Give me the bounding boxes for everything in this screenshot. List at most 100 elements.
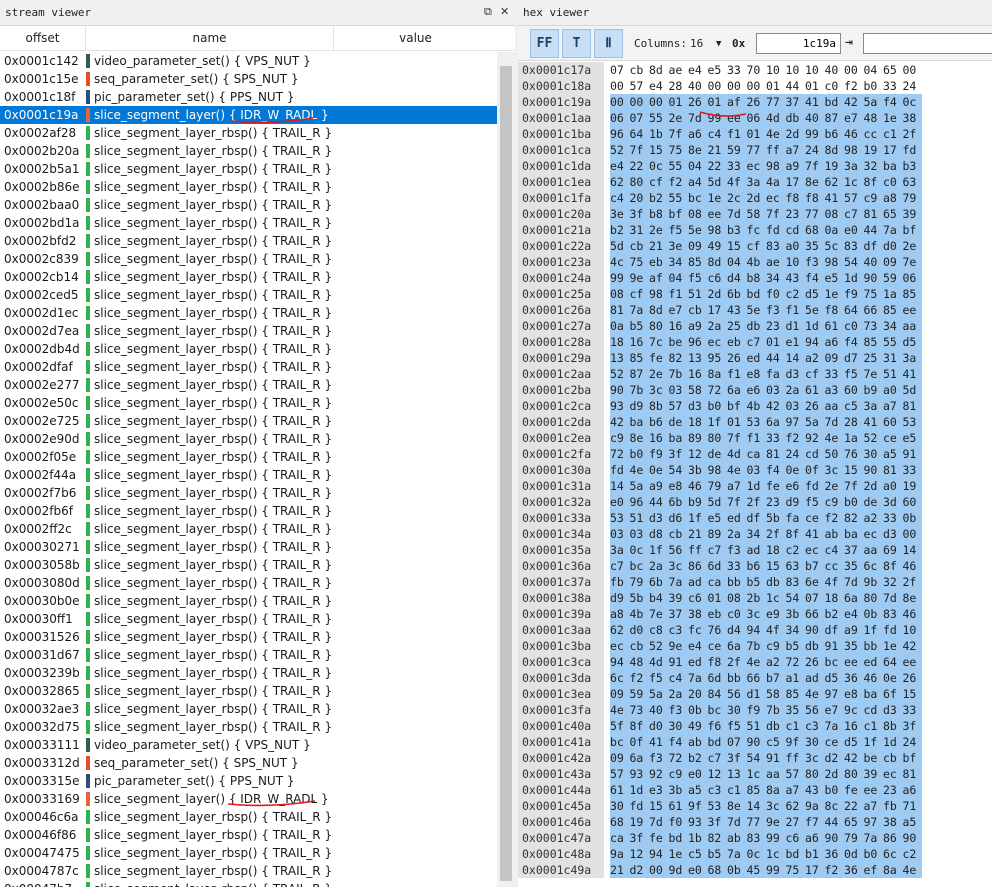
hex-byte[interactable]: 12 xyxy=(629,846,649,862)
hex-byte[interactable]: 8b xyxy=(649,398,669,414)
hex-byte[interactable]: 03 xyxy=(746,462,766,478)
hex-byte[interactable]: 52 xyxy=(863,430,883,446)
hex-byte[interactable]: f2 xyxy=(844,78,864,94)
hex-byte[interactable]: 1a xyxy=(844,430,864,446)
hex-byte[interactable]: af xyxy=(727,94,747,110)
hex-byte[interactable]: 18 xyxy=(824,590,844,606)
nal-unit-row[interactable]: 0x00033111 video_parameter_set() { VPS_NU… xyxy=(0,736,497,754)
hex-byte[interactable]: 3c xyxy=(668,558,688,574)
hex-byte[interactable]: 9f xyxy=(688,798,708,814)
hex-byte[interactable]: 81 xyxy=(902,398,922,414)
hex-byte[interactable]: 33 xyxy=(727,558,747,574)
hex-row[interactable]: 0x0001c24a 99 9e af 04 f5 c6 d4 b8 34 43 f4 e5 1d 90 59… xyxy=(518,270,992,286)
hex-row[interactable]: 0x0001c32a e0 96 44 6b b9 5d 7f 2f 23 d9 f5 c9 b0 de 3d… xyxy=(518,494,992,510)
hex-byte[interactable]: f3 xyxy=(727,542,747,558)
nal-unit-row[interactable]: 0x0002e725 slice_segment_layer_rbsp() { T… xyxy=(0,412,497,430)
hex-byte[interactable]: f4 xyxy=(805,270,825,286)
hex-byte[interactable]: 23 xyxy=(883,782,903,798)
hex-byte[interactable]: 85 xyxy=(629,350,649,366)
hex-byte[interactable]: 53 xyxy=(902,414,922,430)
hex-byte[interactable]: 38 xyxy=(688,606,708,622)
hex-byte[interactable]: a2 xyxy=(766,654,786,670)
hex-byte[interactable]: 65 xyxy=(844,814,864,830)
hex-byte[interactable]: fd xyxy=(610,462,630,478)
hex-byte[interactable]: 15 xyxy=(766,558,786,574)
hex-byte[interactable]: 01 xyxy=(668,94,688,110)
hex-byte[interactable]: 6c xyxy=(610,670,630,686)
hex-byte[interactable]: 6a xyxy=(766,414,786,430)
hex-byte[interactable]: a7 xyxy=(727,478,747,494)
hex-byte[interactable]: 75 xyxy=(629,254,649,270)
hex-byte[interactable]: df xyxy=(824,622,844,638)
hex-byte[interactable]: 06 xyxy=(746,110,766,126)
hex-byte[interactable]: 6a xyxy=(629,750,649,766)
hex-byte[interactable]: 0c xyxy=(629,542,649,558)
hex-byte[interactable]: 82 xyxy=(844,510,864,526)
hex-byte[interactable]: b5 xyxy=(785,638,805,654)
hex-byte[interactable]: 36 xyxy=(844,670,864,686)
hex-byte[interactable]: 85 xyxy=(688,254,708,270)
hex-byte[interactable]: 85 xyxy=(902,286,922,302)
hex-byte[interactable]: a8 xyxy=(610,606,630,622)
hex-row[interactable]: 0x0001c38a d9 5b b4 39 c6 01 08 2b 1c 54 07 18 6a 80 7d… xyxy=(518,590,992,606)
hex-byte[interactable]: b0 xyxy=(824,782,844,798)
hex-byte[interactable]: 4d xyxy=(649,654,669,670)
hex-byte[interactable]: 68 xyxy=(610,814,630,830)
nal-unit-row[interactable]: 0x0002e50c slice_segment_layer_rbsp() { T… xyxy=(0,394,497,412)
hex-byte[interactable]: 1e xyxy=(883,638,903,654)
hex-byte[interactable]: 2e xyxy=(902,238,922,254)
hex-byte[interactable]: 87 xyxy=(629,366,649,382)
hex-row[interactable]: 0x0001c1ea 62 80 cf f2 a4 5d 4f 3a 4a 17 8e 62 1c 8f c0… xyxy=(518,174,992,190)
hex-byte[interactable]: bc xyxy=(707,702,727,718)
hex-byte[interactable]: 1c xyxy=(746,766,766,782)
hex-byte[interactable]: 07 xyxy=(629,110,649,126)
hex-byte[interactable]: ee xyxy=(902,654,922,670)
hex-byte[interactable]: 14 xyxy=(610,478,630,494)
hex-byte[interactable]: 51 xyxy=(746,718,766,734)
hex-row[interactable]: 0x0001c2ca 93 d9 8b 57 d3 b0 bf 4b 42 03 26 aa c5 3a a7… xyxy=(518,398,992,414)
hex-byte[interactable]: e3 xyxy=(649,782,669,798)
hex-byte[interactable]: 63 xyxy=(902,174,922,190)
hex-byte[interactable]: 96 xyxy=(610,126,630,142)
hex-byte[interactable]: 7a xyxy=(688,670,708,686)
hex-byte[interactable]: 6d xyxy=(707,670,727,686)
hex-byte[interactable]: b3 xyxy=(727,222,747,238)
hex-byte[interactable]: cf xyxy=(805,366,825,382)
hex-byte[interactable]: 15 xyxy=(649,798,669,814)
hex-byte[interactable]: fc xyxy=(746,222,766,238)
nal-unit-row[interactable]: 0x00046c6a slice_segment_layer_rbsp() { T… xyxy=(0,808,497,826)
hex-byte[interactable]: 3b xyxy=(688,462,708,478)
hex-byte[interactable]: 1f xyxy=(649,542,669,558)
hex-byte[interactable]: 60 xyxy=(902,494,922,510)
hex-byte[interactable]: b2 xyxy=(649,190,669,206)
hex-byte[interactable]: a7 xyxy=(785,782,805,798)
hex-byte[interactable]: c3 xyxy=(805,718,825,734)
hex-byte[interactable]: cd xyxy=(805,446,825,462)
hex-byte[interactable]: 91 xyxy=(766,750,786,766)
hex-byte[interactable]: 10 xyxy=(786,62,806,78)
hex-byte[interactable]: 5f xyxy=(610,718,630,734)
hex-byte[interactable]: 92 xyxy=(649,766,669,782)
hex-byte[interactable]: 0f xyxy=(805,462,825,478)
hex-byte[interactable]: 64 xyxy=(629,126,649,142)
hex-byte[interactable]: 7f xyxy=(629,142,649,158)
hex-byte[interactable]: 77 xyxy=(746,142,766,158)
hex-byte[interactable]: 1c xyxy=(766,846,786,862)
hex-byte[interactable]: 8f xyxy=(629,718,649,734)
hex-byte[interactable]: 98 xyxy=(649,286,669,302)
hex-byte[interactable]: d5 xyxy=(824,670,844,686)
hex-byte[interactable]: 09 xyxy=(824,350,844,366)
hex-row[interactable]: 0x0001c1aa 06 07 55 2e 7d 99 ee 06 4d db 40 87 e7 48 1e… xyxy=(518,110,992,126)
nal-unit-row[interactable]: 0x0002f7b6 slice_segment_layer_rbsp() { T… xyxy=(0,484,497,502)
hex-byte[interactable]: 76 xyxy=(707,622,727,638)
hex-byte[interactable]: 99 xyxy=(707,110,727,126)
hex-row[interactable]: 0x0001c18a 00 57 e4 28 40 00 00 00 01 44 01 c0 f2 b0 33… xyxy=(518,78,992,94)
hex-byte[interactable]: 8d xyxy=(649,302,669,318)
hex-row[interactable]: 0x0001c39a a8 4b 7e 37 38 eb c0 3c e9 3b 66 b2 e4 0b 83… xyxy=(518,606,992,622)
hex-byte[interactable]: 87 xyxy=(824,110,844,126)
hex-byte[interactable]: 7d xyxy=(824,414,844,430)
hex-byte[interactable]: 68 xyxy=(707,862,727,878)
hex-byte[interactable]: 4b xyxy=(746,254,766,270)
hex-row[interactable]: 0x0001c2da 42 ba b6 de 18 1f 01 53 6a 97 5a 7d 28 41 60… xyxy=(518,414,992,430)
hex-byte[interactable]: 00 xyxy=(708,78,728,94)
